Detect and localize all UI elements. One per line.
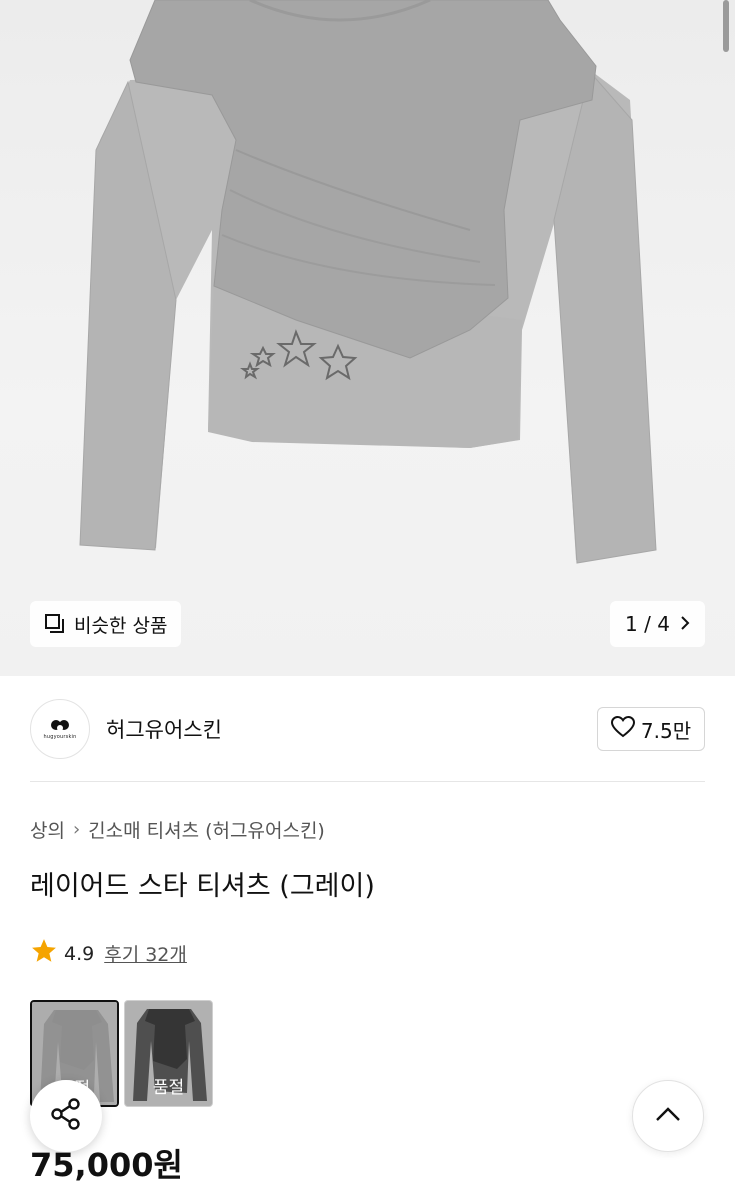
chevron-right-icon[interactable]: [680, 612, 690, 636]
brand-logo-text: hugyourskin: [43, 734, 77, 740]
review-count-link[interactable]: 후기 32개: [104, 940, 187, 967]
variant-black[interactable]: 품절: [124, 1000, 213, 1107]
brand-logo[interactable]: hugyourskin: [30, 699, 90, 759]
like-button[interactable]: 7.5만: [597, 707, 705, 751]
divider: [30, 781, 705, 782]
share-button[interactable]: [30, 1080, 102, 1152]
pager-count: 1 / 4: [625, 612, 670, 636]
similar-items-icon: [44, 613, 66, 635]
star-icon: [30, 937, 58, 970]
breadcrumb: 상의 › 긴소매 티셔츠 (허그유어스킨): [30, 816, 325, 843]
chevron-right-icon: ›: [72, 819, 81, 840]
similar-items-label: 비슷한 상품: [74, 614, 168, 637]
product-photo: [79, 0, 657, 564]
page-scrollbar[interactable]: [723, 0, 729, 52]
similar-items-button[interactable]: 비슷한 상품: [30, 601, 182, 647]
scroll-to-top-button[interactable]: [632, 1080, 704, 1152]
rating-row: 4.9 후기 32개: [30, 937, 187, 970]
product-image[interactable]: 비슷한 상품 1 / 4: [0, 0, 735, 676]
breadcrumb-item-subcategory[interactable]: 긴소매 티셔츠 (허그유어스킨): [88, 816, 325, 843]
brand-row: hugyourskin 허그유어스킨 7.5만: [30, 699, 705, 759]
sold-out-label: 품절: [152, 1078, 185, 1098]
product-title: 레이어드 스타 티셔츠 (그레이): [30, 871, 375, 902]
like-count: 7.5만: [640, 718, 692, 743]
rating-value: 4.9: [64, 942, 95, 965]
breadcrumb-item-category[interactable]: 상의: [30, 816, 65, 843]
brand-logo-mark: [51, 720, 69, 731]
brand-name[interactable]: 허그유어스킨: [106, 714, 222, 744]
chevron-up-icon: [655, 1106, 681, 1126]
share-icon: [49, 1097, 83, 1135]
image-pager[interactable]: 1 / 4: [610, 601, 705, 647]
heart-outline-icon: [610, 715, 635, 743]
